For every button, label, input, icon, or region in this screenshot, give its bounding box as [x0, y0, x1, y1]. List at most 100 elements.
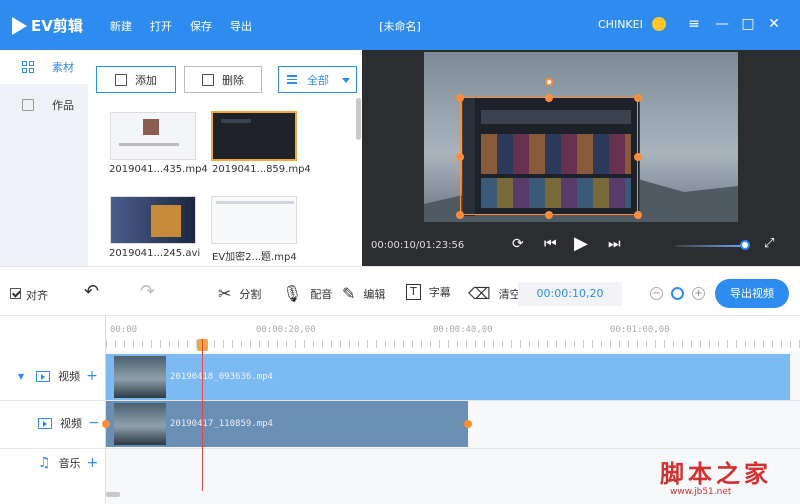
clip-name: 20190418_093636.mp4	[170, 372, 273, 382]
edit-label: 编辑	[363, 287, 386, 301]
nav-works[interactable]: 作品	[0, 88, 88, 122]
clip-trim-handle[interactable]	[464, 420, 472, 428]
subtitle-button[interactable]: T 字幕	[406, 284, 451, 300]
nav-materials-label: 素材	[52, 61, 74, 74]
replay-icon[interactable]: ⟳	[512, 236, 524, 252]
clip-trim-handle[interactable]	[102, 420, 110, 428]
add-track-icon[interactable]: +	[86, 368, 98, 384]
split-button[interactable]: ✂ 分割	[218, 284, 261, 303]
grid-icon	[22, 61, 34, 73]
menu-new[interactable]: 新建	[110, 18, 132, 34]
rotate-handle[interactable]	[545, 78, 553, 86]
edit-button[interactable]: ✎ 编辑	[342, 284, 385, 303]
resize-handle[interactable]	[456, 153, 464, 161]
ruler-label: 00:00:20,00	[256, 325, 316, 335]
media-thumb-selected[interactable]	[211, 111, 297, 161]
resize-handle[interactable]	[545, 211, 553, 219]
selection-box[interactable]	[460, 97, 638, 215]
align-label: 对齐	[26, 289, 48, 302]
filter-label: 全部	[307, 73, 329, 87]
watermark: 脚本之家 www.jb51.net	[660, 454, 772, 497]
dub-button[interactable]: 🎙 配音	[282, 284, 332, 303]
menu-save[interactable]: 保存	[190, 18, 212, 34]
next-icon[interactable]: ⏭	[608, 236, 621, 252]
remove-track-icon[interactable]: −	[88, 415, 100, 431]
lane-divider	[0, 400, 800, 401]
media-thumb[interactable]	[110, 112, 196, 160]
list-icon	[287, 75, 297, 84]
export-video-button[interactable]: 导出视频	[715, 279, 789, 308]
play-icon[interactable]: ▶	[574, 233, 588, 254]
track-music[interactable]: ♫ 音乐 +	[0, 451, 106, 475]
collapse-icon[interactable]: ▼	[18, 372, 24, 381]
media-scrollbar[interactable]	[356, 98, 361, 140]
resize-handle[interactable]	[545, 94, 553, 102]
subtitle-label: 字幕	[428, 286, 451, 299]
ruler-ticks	[106, 340, 800, 348]
fullscreen-icon[interactable]: ⤢	[764, 236, 774, 251]
media-thumb[interactable]	[110, 196, 196, 244]
volume-knob[interactable]	[740, 240, 750, 250]
username[interactable]: CHINKEI	[598, 18, 643, 31]
nav-materials[interactable]: 素材	[0, 50, 88, 84]
title-bar: EV剪辑 新建 打开 保存 导出 [未命名] CHINKEI ≡ — □ ✕	[0, 0, 800, 50]
video-clip[interactable]: 20190417_110859.mp4	[106, 401, 468, 447]
timecode-display[interactable]: 00:00:10,20	[518, 282, 622, 306]
pen-icon: ✎	[342, 284, 356, 303]
track-headers: ▼ 视频 + 视频 − ♫ 音乐 +	[0, 316, 106, 504]
minimize-icon[interactable]: —	[712, 14, 732, 34]
add-track-icon[interactable]: +	[87, 455, 99, 471]
main-menu: 新建 打开 保存 导出	[110, 18, 270, 34]
maximize-icon[interactable]: □	[738, 14, 758, 34]
lane-divider	[0, 448, 800, 449]
video-track-icon	[38, 417, 52, 429]
menu-export[interactable]: 导出	[230, 18, 252, 34]
play-logo-icon	[12, 16, 27, 35]
media-thumb[interactable]	[211, 196, 297, 244]
resize-handle[interactable]	[456, 94, 464, 102]
zoom-out-icon[interactable]: −	[650, 287, 663, 300]
app-logo: EV剪辑	[12, 15, 83, 36]
music-icon: ♫	[38, 455, 51, 471]
track-label: 音乐	[58, 457, 81, 470]
eraser-icon: ⌫	[468, 284, 491, 303]
microphone-icon: 🎙	[282, 284, 303, 303]
menu-icon[interactable]: ≡	[684, 14, 704, 34]
track-video-1[interactable]: ▼ 视频 +	[0, 364, 106, 388]
app-name: EV剪辑	[31, 17, 83, 35]
video-track-icon	[36, 370, 51, 382]
timeline-ruler[interactable]: 00:00 00:00:20,00 00:00:40,00 00:01:00,0…	[106, 316, 800, 352]
align-checkbox[interactable]	[10, 288, 21, 299]
filter-dropdown[interactable]: 全部	[278, 66, 357, 93]
clip-thumbnail	[114, 403, 166, 445]
timeline-scrollbar[interactable]	[106, 492, 120, 497]
zoom-in-icon[interactable]: +	[692, 287, 705, 300]
redo-icon[interactable]: ↷	[140, 281, 155, 302]
menu-open[interactable]: 打开	[150, 18, 172, 34]
resize-handle[interactable]	[634, 153, 642, 161]
dub-label: 配音	[310, 287, 333, 301]
media-name: 2019041...859.mp4	[212, 164, 311, 175]
track-video-2[interactable]: 视频 −	[0, 411, 106, 435]
add-button[interactable]: 添加	[96, 66, 176, 93]
previous-icon[interactable]: ⏮	[544, 236, 557, 252]
clear-button[interactable]: ⌫ 清空	[468, 284, 521, 303]
ruler-label: 00:01:00,00	[610, 325, 670, 335]
resize-handle[interactable]	[634, 211, 642, 219]
playhead[interactable]	[202, 339, 203, 491]
vip-badge-icon[interactable]	[652, 17, 666, 31]
resize-handle[interactable]	[634, 94, 642, 102]
video-clip[interactable]: 20190418_093636.mp4	[106, 354, 790, 400]
media-name: 2019041...435.mp4	[109, 164, 208, 175]
undo-icon[interactable]: ↶	[84, 281, 99, 302]
close-icon[interactable]: ✕	[764, 14, 784, 34]
scissors-icon: ✂	[218, 284, 232, 303]
add-icon	[115, 73, 127, 86]
chevron-down-icon	[342, 78, 350, 83]
delete-button[interactable]: 删除	[184, 66, 262, 93]
text-icon: T	[406, 284, 421, 300]
zoom-level-icon[interactable]	[671, 287, 684, 300]
volume-slider[interactable]	[676, 245, 746, 247]
resize-handle[interactable]	[456, 211, 464, 219]
left-nav: 素材 作品	[0, 50, 88, 266]
